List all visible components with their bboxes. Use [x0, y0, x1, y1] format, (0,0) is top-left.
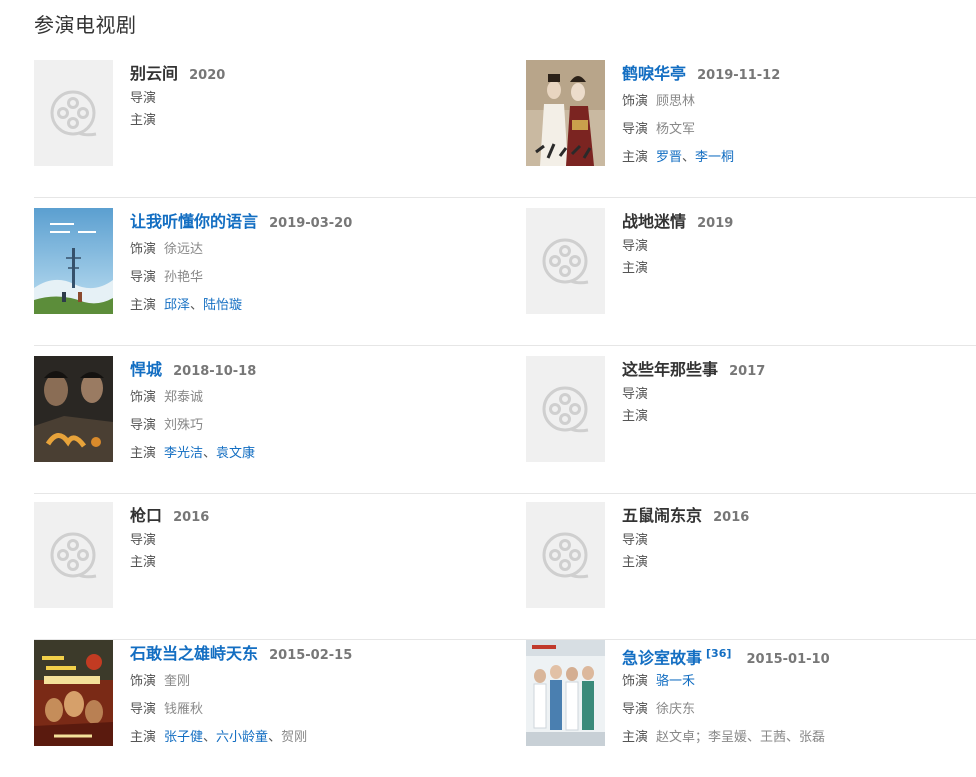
work-title: 五鼠闹东京: [622, 506, 703, 525]
cast-separator: 、: [203, 446, 217, 461]
work-year: 2019-03-20: [269, 216, 353, 231]
cast-link[interactable]: 陆怡璇: [203, 298, 242, 313]
cast-link[interactable]: 邱泽: [164, 298, 190, 313]
work-card: 别云间 2020 导演 主演: [34, 60, 504, 197]
work-title-link[interactable]: 石敢当之雄峙天东: [130, 644, 258, 663]
work-year: 2017: [729, 364, 766, 379]
role-name: 徐远达: [164, 242, 204, 257]
cast-label: 主演: [130, 298, 157, 313]
fantasy-drama-poster-icon[interactable]: [34, 640, 113, 746]
cast-label: 主演: [622, 150, 649, 165]
director-label: 导演: [130, 533, 157, 548]
director-name: 刘殊巧: [164, 418, 204, 433]
director-name: 徐庆东: [656, 702, 696, 717]
work-card: 这些年那些事 2017 导演 主演: [526, 356, 976, 493]
role-name: 顾思林: [656, 94, 696, 109]
director-name: 钱雁秋: [164, 702, 204, 717]
work-year: 2015-01-10: [746, 652, 830, 668]
work-title: 枪口: [130, 506, 163, 525]
cast-link[interactable]: 李一桐: [695, 150, 734, 165]
costume-drama-poster-icon[interactable]: [526, 60, 605, 166]
cast-link[interactable]: 李光洁: [164, 446, 203, 461]
cast-label: 主演: [622, 409, 649, 424]
cast-link[interactable]: 张子健: [164, 730, 203, 745]
cast-label: 主演: [130, 446, 157, 461]
cast-link[interactable]: 罗晋: [656, 150, 682, 165]
work-title-link[interactable]: 急诊室故事: [622, 648, 702, 667]
work-title: 战地迷情: [622, 212, 687, 231]
film-placeholder-icon: [526, 356, 605, 462]
cast-names: 赵文卓；李呈媛、王茜、张磊: [656, 730, 826, 745]
works-row: 让我听懂你的语言 2019-03-20 饰演 徐远达 导演 孙艳华 主演 邱泽、陆怡璇: [34, 208, 976, 346]
cast-name: 贺刚: [281, 730, 308, 745]
work-year: 2015-02-15: [269, 648, 353, 663]
section-title: 参演电视剧: [34, 13, 137, 37]
cast-label: 主演: [622, 730, 649, 745]
director-label: 导演: [130, 702, 157, 717]
director-label: 导演: [130, 270, 157, 285]
cast-label: 主演: [130, 730, 157, 745]
work-card: 战地迷情 2019 导演 主演: [526, 208, 976, 345]
role-link[interactable]: 骆一禾: [656, 674, 695, 689]
role-name: 郑泰诚: [164, 390, 204, 405]
cast-separator: 、: [268, 730, 282, 745]
work-card: 悍城 2018-10-18 饰演 郑泰诚 导演 刘殊巧 主演 李光洁、袁文康: [34, 356, 504, 493]
work-year: 2016: [713, 510, 750, 525]
cast-label: 主演: [622, 555, 649, 570]
work-card: 枪口 2016 导演 主演: [34, 502, 504, 639]
director-label: 导演: [130, 91, 157, 106]
landscape-poster-icon[interactable]: [34, 208, 113, 314]
work-year: 2018-10-18: [173, 364, 257, 379]
director-label: 导演: [622, 122, 649, 137]
work-title: 这些年那些事: [622, 360, 719, 379]
work-card: 五鼠闹东京 2016 导演 主演: [526, 502, 976, 639]
cast-separator: 、: [190, 298, 204, 313]
director-label: 导演: [622, 533, 649, 548]
cast-link[interactable]: 六小龄童: [216, 730, 268, 745]
director-label: 导演: [622, 387, 649, 402]
work-year: 2020: [189, 68, 226, 83]
role-label: 饰演: [130, 242, 157, 257]
role-label: 饰演: [130, 674, 157, 689]
work-year: 2019: [697, 216, 734, 231]
work-card: 让我听懂你的语言 2019-03-20 饰演 徐远达 导演 孙艳华 主演 邱泽、陆怡璇: [34, 208, 504, 345]
director-name: 孙艳华: [164, 270, 204, 285]
role-name: 奎刚: [164, 674, 191, 689]
director-label: 导演: [622, 239, 649, 254]
work-year: 2016: [173, 510, 210, 525]
work-card: 鹤唳华亭 2019-11-12 饰演 顾思林 导演 杨文军 主演 罗晋、李一桐: [526, 60, 976, 197]
role-label: 饰演: [130, 390, 157, 405]
cast-separator: 、: [682, 150, 696, 165]
work-card: 石敢当之雄峙天东 2015-02-15 饰演 奎刚 导演 钱雁秋 主演 张子健、六小龄…: [34, 640, 504, 777]
director-label: 导演: [622, 702, 649, 717]
works-row: 枪口 2016 导演 主演 五鼠闹东京 2016 导演 主演: [34, 502, 976, 640]
film-placeholder-icon: [526, 208, 605, 314]
cast-label: 主演: [622, 261, 649, 276]
role-label: 饰演: [622, 94, 649, 109]
director-name: 杨文军: [656, 122, 696, 137]
work-card: 急诊室故事 [36] 2015-01-10 饰演 骆一禾 导演 徐庆东 主演 赵文卓；李…: [526, 640, 976, 777]
crime-drama-poster-icon[interactable]: [34, 356, 113, 462]
work-title-link[interactable]: 悍城: [130, 360, 162, 379]
cast-link[interactable]: 袁文康: [216, 446, 255, 461]
cast-separator: 、: [203, 730, 217, 745]
works-row: 别云间 2020 导演 主演 鹤唳华亭 2019-11-12 饰演 顾思林 导演…: [34, 60, 976, 198]
hospital-drama-poster-icon[interactable]: [526, 640, 605, 746]
works-row: 石敢当之雄峙天东 2015-02-15 饰演 奎刚 导演 钱雁秋 主演 张子健、六小龄…: [34, 640, 976, 777]
works-row: 悍城 2018-10-18 饰演 郑泰诚 导演 刘殊巧 主演 李光洁、袁文康 这些年那…: [34, 356, 976, 494]
work-year: 2019-11-12: [697, 68, 781, 83]
cast-label: 主演: [130, 113, 157, 128]
cast-label: 主演: [130, 555, 157, 570]
work-title-link[interactable]: 让我听懂你的语言: [130, 212, 258, 231]
work-title-link[interactable]: 鹤唳华亭: [622, 64, 686, 83]
work-title: 别云间: [130, 64, 179, 83]
film-placeholder-icon: [34, 60, 113, 166]
director-label: 导演: [130, 418, 157, 433]
role-label: 饰演: [622, 674, 649, 689]
film-placeholder-icon: [526, 502, 605, 608]
reference-link[interactable]: [36]: [706, 647, 731, 660]
film-placeholder-icon: [34, 502, 113, 608]
